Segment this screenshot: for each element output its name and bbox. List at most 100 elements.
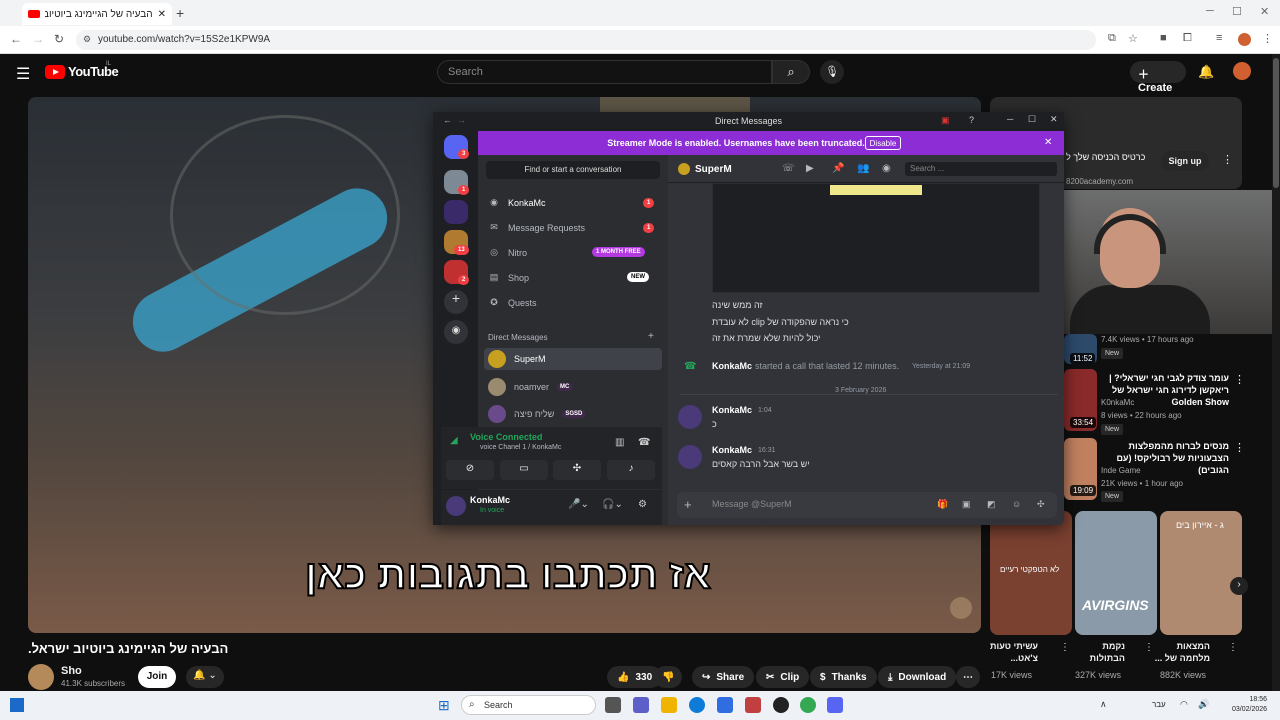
- profile-avatar[interactable]: [1238, 33, 1251, 46]
- mic-toggle-icon[interactable]: 🎤⌄: [568, 499, 589, 510]
- minimize-icon[interactable]: ─: [1206, 5, 1214, 17]
- emoji-icon[interactable]: ☺: [1012, 499, 1021, 509]
- short-menu-icon[interactable]: ⋮: [1060, 642, 1070, 653]
- channel-avatar[interactable]: [28, 664, 54, 690]
- short-title[interactable]: נקמת הבתולות: [1065, 640, 1125, 664]
- short-title[interactable]: המצאות מלחמה של ...: [1150, 640, 1210, 664]
- sticker-icon[interactable]: ◩: [987, 499, 996, 510]
- dm-item[interactable]: SuperM: [484, 348, 662, 370]
- more-actions-button[interactable]: ⋯: [956, 666, 980, 688]
- clock[interactable]: 18:56 03/02/2026: [1232, 695, 1267, 715]
- create-button[interactable]: ＋ Create: [1130, 61, 1186, 94]
- add-server-icon[interactable]: +: [444, 290, 468, 314]
- thanks-button[interactable]: $ Thanks: [810, 666, 877, 688]
- voice-waveform-icon[interactable]: ▥: [615, 437, 624, 448]
- close-window-icon[interactable]: ✕: [1260, 5, 1269, 18]
- nav-message-requests[interactable]: ✉ Message Requests: [488, 222, 585, 233]
- close-banner-icon[interactable]: ✕: [1044, 137, 1052, 148]
- message-avatar[interactable]: [678, 445, 702, 469]
- profile-icon[interactable]: ◉: [882, 163, 891, 174]
- discord-back-icon[interactable]: ←: [443, 115, 452, 125]
- teams-icon[interactable]: [633, 697, 649, 713]
- short-menu-icon[interactable]: ⋮: [1144, 642, 1154, 653]
- bookmark-star-icon[interactable]: ☆: [1128, 32, 1138, 45]
- file-explorer-icon[interactable]: [661, 697, 677, 713]
- pinned-icon[interactable]: 📌: [832, 163, 844, 174]
- headphones-icon[interactable]: 🎧⌄: [602, 499, 623, 510]
- puzzle-icon[interactable]: ⧠: [1183, 32, 1192, 45]
- attach-plus-icon[interactable]: +: [684, 497, 692, 512]
- voice-channel[interactable]: voice Chanel 1 / KonkaMc: [480, 444, 561, 451]
- user-avatar[interactable]: [446, 496, 466, 516]
- back-icon[interactable]: ←: [10, 32, 22, 46]
- reload-icon[interactable]: ↻: [54, 32, 64, 46]
- page-scrollbar-thumb[interactable]: [1273, 58, 1279, 188]
- install-icon[interactable]: ⧉: [1108, 32, 1116, 45]
- hamburger-menu-icon[interactable]: ☰: [16, 64, 30, 84]
- share-button[interactable]: ↪ Share: [692, 666, 755, 688]
- search-input[interactable]: Search: [437, 60, 772, 84]
- ad-title[interactable]: כרטיס הכניסה שלך ל: [1066, 152, 1145, 162]
- short-thumbnail[interactable]: [1075, 511, 1157, 635]
- message-avatar[interactable]: [678, 405, 702, 429]
- site-info-icon[interactable]: ⚙: [83, 34, 91, 45]
- message-image-attachment[interactable]: [712, 183, 1040, 293]
- discord-help-icon[interactable]: ?: [969, 115, 974, 125]
- wifi-icon[interactable]: ◠: [1180, 699, 1188, 710]
- new-tab-button[interactable]: +: [176, 5, 184, 21]
- create-dm-icon[interactable]: +: [648, 331, 654, 342]
- discord-close-icon[interactable]: ✕: [1050, 114, 1058, 125]
- rec-channel[interactable]: Inde Game: [1101, 466, 1141, 475]
- chrome-icon[interactable]: [800, 697, 816, 713]
- clip-button[interactable]: ✂ Clip: [756, 666, 810, 688]
- taskbar-search[interactable]: Search: [461, 695, 596, 715]
- task-view-icon[interactable]: [605, 697, 621, 713]
- find-conversation-input[interactable]: Find or start a conversation: [486, 161, 660, 179]
- ad-menu-icon[interactable]: ⋮: [1222, 153, 1233, 166]
- widgets-icon[interactable]: [10, 698, 24, 712]
- soundboard-button[interactable]: ♪: [607, 460, 655, 480]
- discover-icon[interactable]: ◉: [444, 320, 468, 344]
- browser-tab[interactable]: הבעיה של הגיימינג ביוטיוב ישראל ✕: [22, 3, 172, 25]
- rec-channel[interactable]: K0nkaMc: [1101, 398, 1134, 407]
- url-field[interactable]: youtube.com/watch?v=15S2e1KPW9A: [76, 30, 1096, 50]
- disconnect-icon[interactable]: ☎: [638, 437, 650, 448]
- maximize-icon[interactable]: ☐: [1232, 5, 1242, 18]
- app-icon[interactable]: [745, 697, 761, 713]
- rec-menu-icon[interactable]: ⋮: [1234, 373, 1245, 386]
- discord-maximize-icon[interactable]: ☐: [1028, 114, 1036, 125]
- mic-icon[interactable]: 🎙: [820, 60, 844, 84]
- ad-url[interactable]: 8200academy.com: [1066, 177, 1133, 186]
- start-icon[interactable]: ⊞: [438, 698, 450, 712]
- chat-recipient[interactable]: SuperM: [695, 164, 732, 175]
- tab-close-icon[interactable]: ✕: [158, 9, 166, 20]
- discord-forward-icon[interactable]: →: [457, 115, 466, 125]
- tray-arrow-icon[interactable]: ∧: [1100, 699, 1107, 710]
- disable-streamer-button[interactable]: Disable: [865, 136, 901, 150]
- voice-call-icon[interactable]: ☏: [782, 163, 795, 174]
- obs-icon[interactable]: [773, 697, 789, 713]
- rec-menu-icon[interactable]: ⋮: [1234, 441, 1245, 454]
- short-menu-icon[interactable]: ⋮: [1228, 642, 1238, 653]
- screen-share-button[interactable]: ▭: [500, 460, 548, 480]
- gif-icon[interactable]: ▣: [962, 499, 971, 510]
- chat-search-input[interactable]: Search ...: [905, 162, 1057, 176]
- volume-icon[interactable]: 🔊: [1198, 699, 1209, 710]
- nav-nitro[interactable]: ◎ Nitro: [488, 247, 527, 258]
- store-icon[interactable]: [717, 697, 733, 713]
- user-name[interactable]: KonkaMc: [470, 495, 510, 505]
- add-friend-icon[interactable]: 👥: [857, 163, 869, 174]
- notifications-bell-icon[interactable]: 🔔: [1198, 64, 1214, 80]
- gift-icon[interactable]: 🎁: [937, 499, 948, 510]
- video-call-icon[interactable]: ▶: [806, 163, 814, 174]
- apps-icon[interactable]: ✣: [1037, 499, 1045, 510]
- account-avatar[interactable]: [1233, 62, 1251, 80]
- shorts-next-icon[interactable]: ›: [1230, 577, 1248, 595]
- call-user[interactable]: KonkaMc: [712, 361, 752, 371]
- extension-icon[interactable]: ■: [1160, 32, 1167, 44]
- dislike-button[interactable]: 👎: [654, 666, 683, 688]
- message-author[interactable]: KonkaMc: [712, 405, 752, 415]
- message-author[interactable]: KonkaMc: [712, 445, 752, 455]
- discord-taskbar-icon[interactable]: [827, 697, 843, 713]
- discord-inbox-icon[interactable]: ▣: [941, 115, 950, 126]
